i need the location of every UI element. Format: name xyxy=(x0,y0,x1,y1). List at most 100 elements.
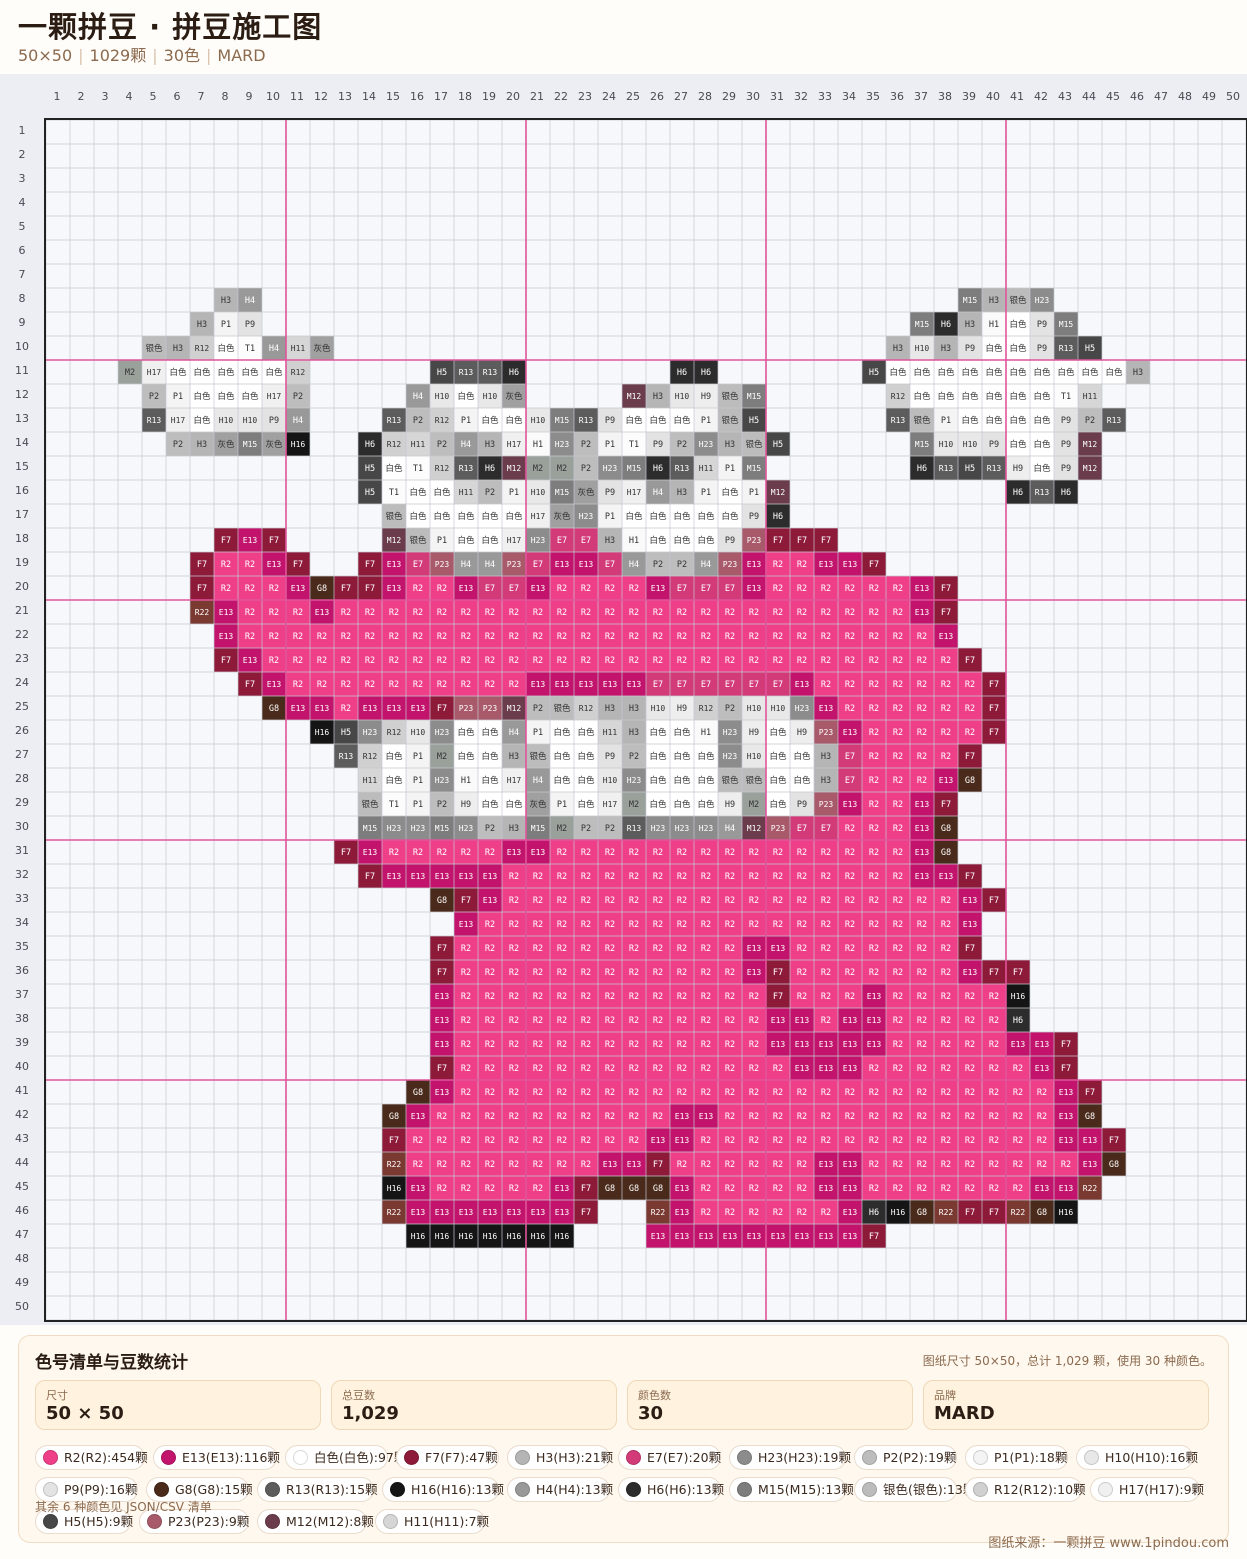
bead-cell[interactable]: R2 xyxy=(766,912,790,936)
bead-cell[interactable]: H5 xyxy=(742,408,766,432)
bead-cell[interactable]: R2 xyxy=(934,1104,958,1128)
bead-cell[interactable]: 白色 xyxy=(502,504,526,528)
bead-cell[interactable]: E13 xyxy=(670,1104,694,1128)
bead-cell[interactable]: R2 xyxy=(502,600,526,624)
bead-cell[interactable]: F7 xyxy=(646,1152,670,1176)
bead-cell[interactable]: R2 xyxy=(454,1128,478,1152)
bead-cell[interactable]: H23 xyxy=(646,816,670,840)
bead-cell[interactable]: R2 xyxy=(574,960,598,984)
bead-cell[interactable]: R2 xyxy=(622,1104,646,1128)
bead-cell[interactable]: E7 xyxy=(838,768,862,792)
bead-cell[interactable]: E13 xyxy=(454,1200,478,1224)
bead-cell[interactable]: R2 xyxy=(886,744,910,768)
bead-cell[interactable]: 白色 xyxy=(454,504,478,528)
bead-cell[interactable]: R2 xyxy=(862,1080,886,1104)
bead-cell[interactable]: R2 xyxy=(670,624,694,648)
bead-cell[interactable]: E7 xyxy=(550,528,574,552)
bead-cell[interactable]: E13 xyxy=(622,1152,646,1176)
bead-cell[interactable]: E13 xyxy=(790,672,814,696)
bead-cell[interactable]: E13 xyxy=(382,864,406,888)
bead-cell[interactable]: R2 xyxy=(502,1152,526,1176)
bead-cell[interactable]: R2 xyxy=(910,888,934,912)
bead-cell[interactable]: R2 xyxy=(934,648,958,672)
bead-cell[interactable]: E13 xyxy=(406,1104,430,1128)
bead-cell[interactable]: P23 xyxy=(430,552,454,576)
bead-cell[interactable]: R2 xyxy=(838,1080,862,1104)
bead-cell[interactable]: R2 xyxy=(718,840,742,864)
bead-cell[interactable]: R2 xyxy=(958,1032,982,1056)
bead-cell[interactable]: E13 xyxy=(1030,1176,1054,1200)
bead-cell[interactable]: H16 xyxy=(382,1176,406,1200)
bead-cell[interactable]: F7 xyxy=(574,1176,598,1200)
bead-cell[interactable]: E13 xyxy=(742,1224,766,1248)
bead-cell[interactable]: R2 xyxy=(646,912,670,936)
bead-cell[interactable]: R2 xyxy=(790,624,814,648)
bead-cell[interactable]: F7 xyxy=(214,528,238,552)
bead-cell[interactable]: M2 xyxy=(550,816,574,840)
bead-cell[interactable]: R2 xyxy=(886,1128,910,1152)
bead-cell[interactable]: R2 xyxy=(862,768,886,792)
bead-cell[interactable]: H6 xyxy=(1006,1008,1030,1032)
bead-cell[interactable]: R2 xyxy=(862,864,886,888)
bead-cell[interactable]: H23 xyxy=(382,816,406,840)
bead-cell[interactable]: R2 xyxy=(670,1008,694,1032)
bead-cell[interactable]: H23 xyxy=(526,528,550,552)
bead-cell[interactable]: R2 xyxy=(574,1032,598,1056)
bead-cell[interactable]: H3 xyxy=(1126,360,1150,384)
bead-cell[interactable]: R2 xyxy=(502,888,526,912)
bead-cell[interactable]: E7 xyxy=(670,672,694,696)
bead-cell[interactable]: E13 xyxy=(550,672,574,696)
bead-cell[interactable]: H10 xyxy=(910,336,934,360)
bead-cell[interactable]: H4 xyxy=(718,816,742,840)
bead-cell[interactable]: 白色 xyxy=(406,480,430,504)
bead-cell[interactable]: H23 xyxy=(694,816,718,840)
bead-cell[interactable]: P9 xyxy=(646,432,670,456)
bead-cell[interactable]: R2 xyxy=(1030,1104,1054,1128)
bead-cell[interactable]: R2 xyxy=(982,1128,1006,1152)
bead-cell[interactable]: R2 xyxy=(958,1176,982,1200)
bead-cell[interactable]: R2 xyxy=(862,1152,886,1176)
bead-cell[interactable]: H3 xyxy=(982,288,1006,312)
bead-cell[interactable]: R2 xyxy=(814,840,838,864)
bead-cell[interactable]: R2 xyxy=(526,1032,550,1056)
color-chip[interactable]: R2(R2):454颗 xyxy=(35,1445,148,1470)
bead-cell[interactable]: 白色 xyxy=(694,504,718,528)
bead-cell[interactable]: 白色 xyxy=(1006,360,1030,384)
bead-cell[interactable]: R2 xyxy=(934,744,958,768)
bead-cell[interactable]: 白色 xyxy=(766,768,790,792)
bead-cell[interactable]: P2 xyxy=(598,816,622,840)
bead-cell[interactable]: R12 xyxy=(382,432,406,456)
bead-cell[interactable]: R2 xyxy=(910,768,934,792)
bead-cell[interactable]: E13 xyxy=(310,600,334,624)
bead-cell[interactable]: R2 xyxy=(766,624,790,648)
bead-cell[interactable]: R2 xyxy=(694,624,718,648)
bead-cell[interactable]: R2 xyxy=(910,960,934,984)
bead-cell[interactable]: R12 xyxy=(886,384,910,408)
bead-cell[interactable]: 白色 xyxy=(502,408,526,432)
bead-cell[interactable]: P23 xyxy=(766,816,790,840)
bead-cell[interactable]: E7 xyxy=(526,552,550,576)
bead-cell[interactable]: R2 xyxy=(790,1080,814,1104)
bead-cell[interactable]: R2 xyxy=(742,648,766,672)
bead-cell[interactable]: E13 xyxy=(526,672,550,696)
bead-cell[interactable]: H10 xyxy=(526,480,550,504)
bead-cell[interactable]: R2 xyxy=(958,984,982,1008)
bead-cell[interactable]: M12 xyxy=(622,384,646,408)
bead-cell[interactable]: H4 xyxy=(646,480,670,504)
bead-cell[interactable]: H17 xyxy=(142,360,166,384)
bead-cell[interactable]: H4 xyxy=(502,720,526,744)
bead-cell[interactable]: E13 xyxy=(1006,1032,1030,1056)
bead-cell[interactable]: E7 xyxy=(574,528,598,552)
bead-cell[interactable]: R2 xyxy=(790,864,814,888)
bead-cell[interactable]: R2 xyxy=(838,696,862,720)
bead-cell[interactable]: H9 xyxy=(790,720,814,744)
bead-cell[interactable]: E13 xyxy=(694,1104,718,1128)
bead-cell[interactable]: P1 xyxy=(718,456,742,480)
bead-cell[interactable]: R2 xyxy=(694,840,718,864)
bead-cell[interactable]: E13 xyxy=(526,1200,550,1224)
bead-cell[interactable]: R2 xyxy=(694,936,718,960)
bead-cell[interactable]: 白色 xyxy=(982,336,1006,360)
bead-cell[interactable]: 白色 xyxy=(670,744,694,768)
bead-cell[interactable]: P9 xyxy=(1030,312,1054,336)
bead-cell[interactable]: R2 xyxy=(406,840,430,864)
